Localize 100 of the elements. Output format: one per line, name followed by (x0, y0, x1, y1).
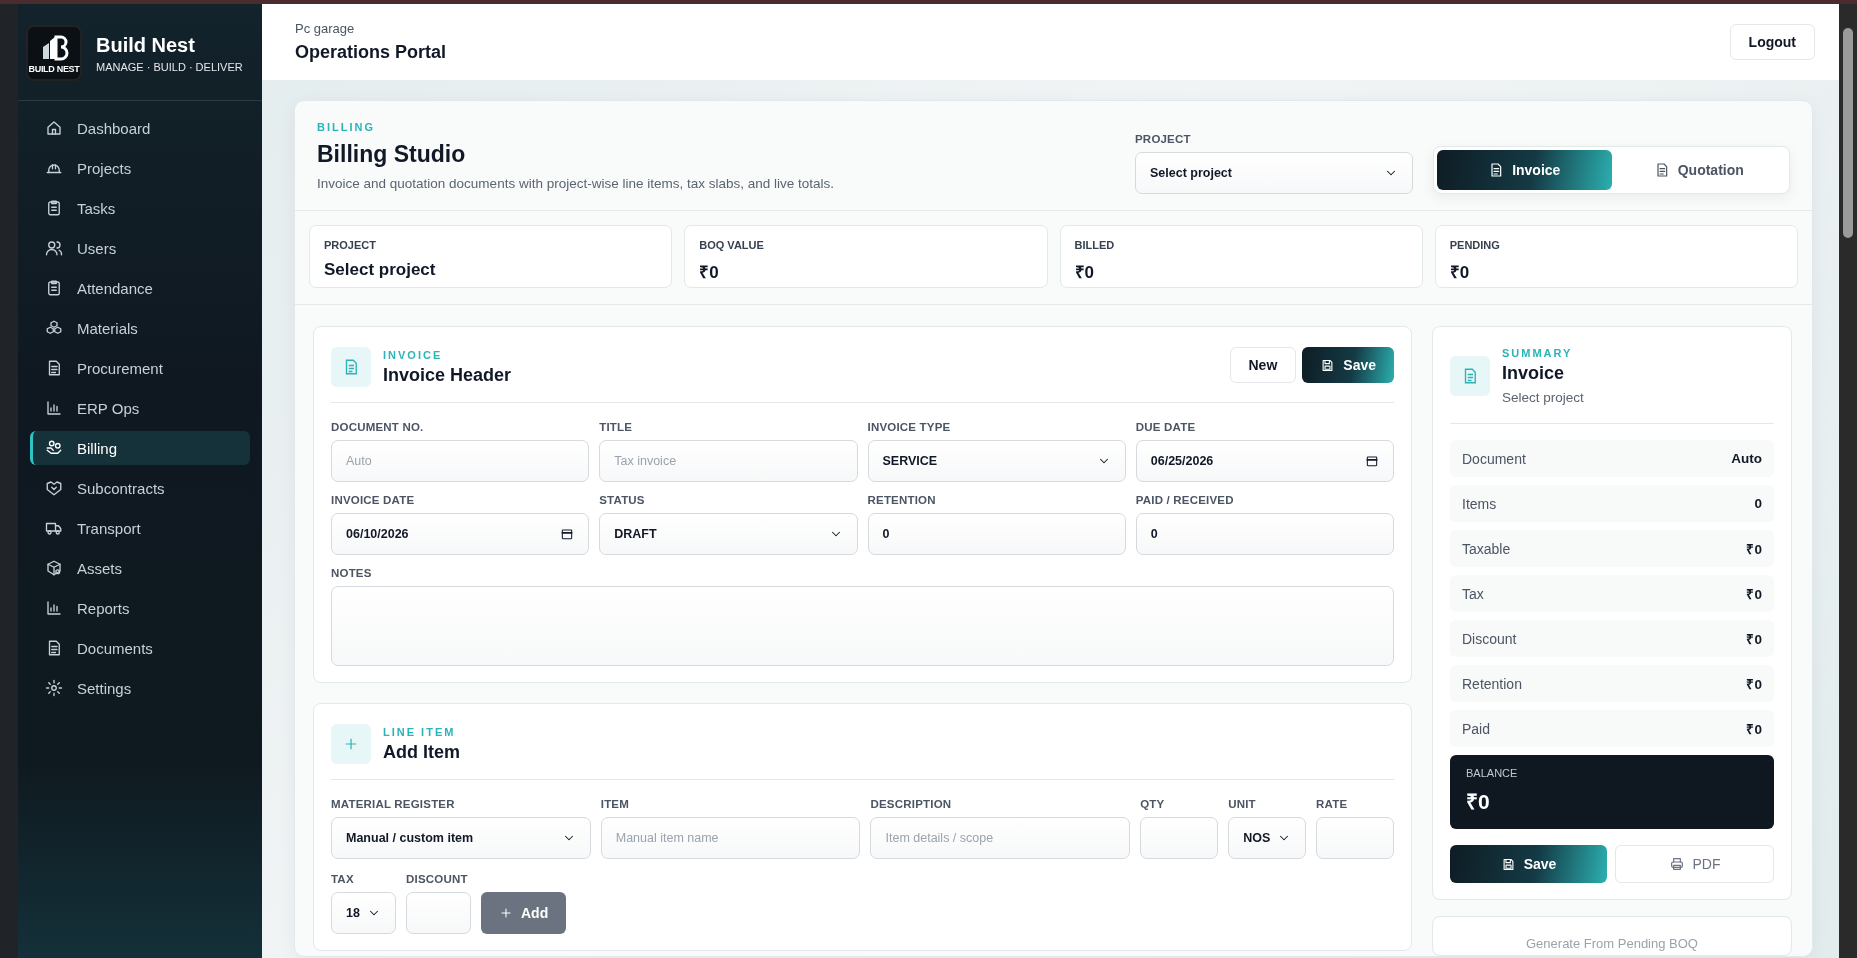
summary-value: ₹0 (1746, 630, 1762, 648)
field-label: RETENTION (867, 494, 937, 506)
sidebar-item[interactable]: Users (30, 231, 250, 265)
field-label: NOTES (331, 567, 373, 579)
sidebar-item[interactable]: Tasks (30, 191, 250, 225)
bar-chart-icon (45, 599, 63, 617)
mode-tab[interactable]: Invoice (1437, 150, 1612, 190)
logo-icon: BUILD NEST (26, 25, 82, 81)
input-field[interactable] (1140, 817, 1219, 859)
plus-icon (331, 724, 371, 764)
select-field[interactable]: 18 (331, 892, 396, 934)
stat-value: ₹0 (1449, 262, 1471, 283)
panel-eyebrow: LINE ITEM (383, 725, 457, 738)
sidebar-item[interactable]: Billing (30, 431, 250, 465)
page-subtitle: Invoice and quotation documents with project-wise line items, tax slabs, and live totals. (317, 176, 834, 191)
boxes-icon (45, 319, 63, 337)
field-label: TITLE (599, 421, 634, 433)
new-button[interactable]: New (1229, 347, 1297, 383)
select-field[interactable]: Manual / custom item (331, 817, 591, 859)
printer-icon (1668, 856, 1685, 872)
clipboard-icon (45, 279, 63, 297)
summary-value: ₹0 (1746, 585, 1762, 603)
hand-coins-icon (45, 439, 63, 457)
summary-label: Taxable (1462, 540, 1511, 557)
portal-title: Operations Portal (295, 42, 447, 63)
sidebar-item[interactable]: Subcontracts (30, 471, 250, 505)
add-button[interactable]: Add (481, 892, 567, 934)
users-icon (45, 239, 63, 257)
package-icon (45, 559, 63, 577)
date-field[interactable]: 06/25/2026 (1135, 440, 1394, 482)
field-label: DUE DATE (1135, 421, 1197, 433)
clipboard-icon (45, 199, 63, 217)
sidebar-item[interactable]: ERP Ops (30, 391, 250, 425)
panel-eyebrow: INVOICE (383, 348, 444, 361)
calendar-icon (560, 527, 575, 541)
save-button[interactable]: Save (1302, 347, 1394, 383)
input-field[interactable]: 0 (867, 513, 1126, 555)
panel-subtitle: Select project (1502, 390, 1585, 405)
input-field[interactable]: Tax invoice (599, 440, 858, 482)
sidebar-item[interactable]: Procurement (30, 351, 250, 385)
scrollbar[interactable] (1839, 4, 1857, 958)
page-title: Billing Studio (317, 141, 467, 168)
field-label: INVOICE DATE (331, 494, 416, 506)
input-field[interactable] (406, 892, 471, 934)
brand-name: Build Nest (96, 33, 196, 57)
notes-field[interactable] (331, 586, 1394, 666)
section-eyebrow: BILLING (317, 121, 376, 133)
summary-label: Discount (1462, 630, 1517, 647)
stat-label: PROJECT (324, 239, 377, 251)
field-label: QTY (1140, 798, 1166, 810)
sidebar-item[interactable]: Settings (30, 671, 250, 705)
bar-chart-icon (45, 399, 63, 417)
summary-value: Auto (1731, 451, 1762, 466)
sidebar-item[interactable]: Reports (30, 591, 250, 625)
summary-value: 0 (1754, 496, 1762, 511)
summary-value: ₹0 (1746, 540, 1762, 558)
sidebar-item[interactable]: Documents (30, 631, 250, 665)
brand-tagline: MANAGE · BUILD · DELIVER (96, 60, 243, 73)
stat-label: BILLED (1074, 239, 1116, 251)
logout-button[interactable]: Logout (1729, 24, 1815, 60)
input-field[interactable]: Auto (331, 440, 590, 482)
save-button[interactable]: Save (1450, 845, 1607, 883)
field-label: INVOICE TYPE (867, 421, 952, 433)
sidebar-item[interactable]: Transport (30, 511, 250, 545)
save-icon (1500, 856, 1516, 872)
field-label: DESCRIPTION (870, 798, 953, 810)
summary-label: Items (1462, 495, 1497, 512)
sidebar-item[interactable]: Attendance (30, 271, 250, 305)
save-icon (1320, 357, 1336, 373)
input-field[interactable]: 0 (1135, 513, 1394, 555)
balance-value: ₹0 (1466, 789, 1491, 815)
stat-label: PENDING (1449, 239, 1501, 251)
summary-label: Paid (1462, 720, 1491, 737)
field-label: STATUS (599, 494, 646, 506)
input-field[interactable] (1316, 817, 1394, 859)
calendar-icon (1365, 454, 1379, 468)
stat-value: ₹0 (1074, 262, 1095, 283)
input-field[interactable]: Item details / scope (870, 817, 1131, 859)
panel-title: Add Item (383, 741, 461, 763)
field-label: UNIT (1228, 798, 1257, 810)
field-label: DOCUMENT NO. (331, 421, 425, 433)
summary-label: Document (1462, 450, 1526, 467)
select-field[interactable]: NOS (1228, 817, 1307, 859)
select-field[interactable]: DRAFT (599, 513, 858, 555)
home-icon (45, 119, 63, 137)
field-label: MATERIAL REGISTER (331, 798, 456, 810)
summary-label: Retention (1462, 675, 1522, 692)
date-field[interactable]: 06/10/2026 (331, 513, 590, 555)
project-select[interactable]: Select project (1135, 152, 1413, 194)
field-label: DISCOUNT (406, 873, 469, 885)
sidebar-item[interactable]: Dashboard (30, 111, 250, 145)
select-field[interactable]: SERVICE (867, 440, 1126, 482)
sidebar-item[interactable]: Projects (30, 151, 250, 185)
document-icon (1450, 356, 1490, 396)
sidebar-item[interactable]: Materials (30, 311, 250, 345)
mode-tab[interactable]: Quotation (1611, 150, 1786, 190)
input-field[interactable]: Manual item name (600, 817, 861, 859)
field-label: PROJECT (1135, 133, 1192, 145)
sidebar-item[interactable]: Assets (30, 551, 250, 585)
pdf-button[interactable]: PDF (1615, 845, 1774, 883)
